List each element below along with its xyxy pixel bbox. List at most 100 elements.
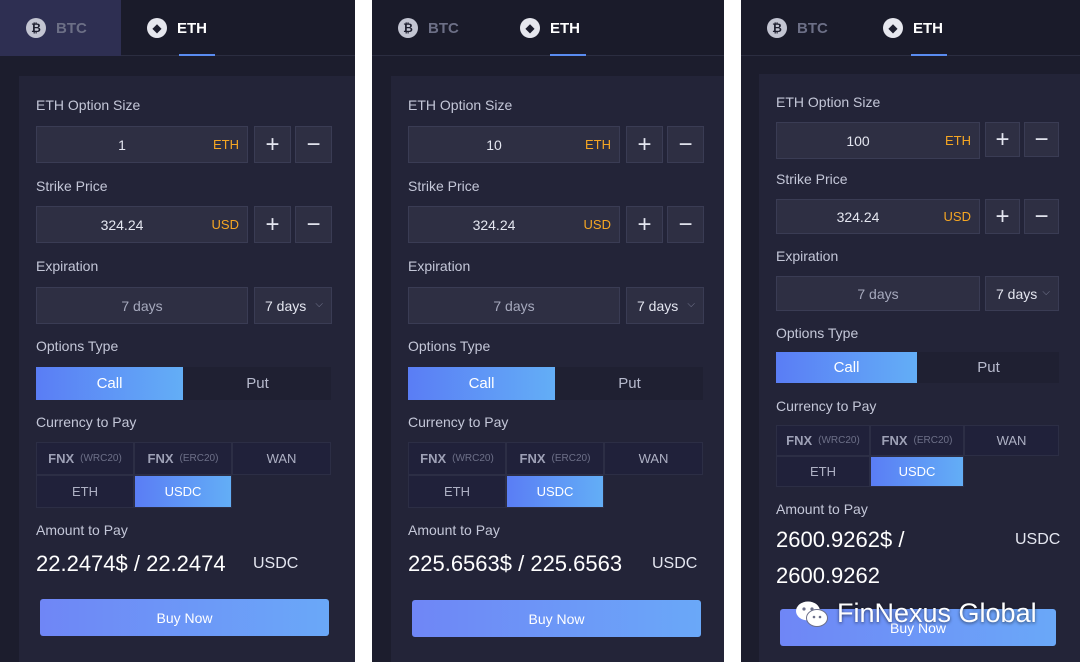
option-size-unit: ETH [945, 133, 971, 148]
currency-fnx-erc20[interactable]: FNX (ERC20) [506, 442, 604, 475]
tab-eth[interactable]: ◆ ETH [492, 0, 607, 56]
expiration-select-value: 7 days [265, 297, 307, 314]
currency-eth[interactable]: ETH [408, 475, 506, 508]
currency-selector: FNX (WRC20) FNX (ERC20) WAN ETH USDC [408, 442, 703, 508]
expiration-select[interactable]: 7 days ⌵ [254, 287, 332, 324]
tab-btc[interactable]: ₿ BTC [0, 0, 121, 56]
currency-usdc[interactable]: USDC [870, 456, 964, 487]
strike-price-plus-button[interactable]: + [985, 199, 1020, 234]
currency-fnx-wrc20[interactable]: FNX (WRC20) [776, 425, 870, 456]
option-size-unit: ETH [213, 137, 239, 152]
amount-value: 225.6563$ / 225.6563 [408, 551, 623, 576]
strike-price-input[interactable]: 324.24 USD [408, 206, 620, 243]
put-button[interactable]: Put [556, 367, 703, 400]
order-form: ETH Option Size 100 ETH + − Strike Price… [759, 74, 1080, 662]
currency-fnx-label: FNX [786, 433, 813, 448]
strike-price-minus-button[interactable]: − [1024, 199, 1059, 234]
option-size-label: ETH Option Size [408, 97, 513, 113]
option-size-value: 100 [846, 132, 870, 149]
currency-to-pay-label: Currency to Pay [776, 398, 877, 414]
option-size-plus-button[interactable]: + [985, 122, 1020, 157]
options-type-toggle: Call Put [776, 352, 1059, 383]
tab-eth-label: ETH [913, 19, 943, 37]
currency-wan[interactable]: WAN [964, 425, 1059, 456]
option-size-minus-button[interactable]: − [295, 126, 332, 163]
option-size-minus-button[interactable]: − [667, 126, 704, 163]
option-size-label: ETH Option Size [776, 94, 881, 110]
expiration-select[interactable]: 7 days ⌵ [626, 287, 704, 324]
strike-price-plus-button[interactable]: + [254, 206, 291, 243]
expiration-select-value: 7 days [996, 285, 1038, 302]
strike-price-label: Strike Price [36, 178, 108, 194]
currency-usdc[interactable]: USDC [506, 475, 604, 508]
strike-price-unit: USD [583, 217, 611, 232]
call-button[interactable]: Call [408, 367, 555, 400]
bitcoin-icon: ₿ [26, 18, 46, 38]
strike-price-input[interactable]: 324.24 USD [776, 199, 980, 234]
currency-fnx-wrc20[interactable]: FNX (WRC20) [408, 442, 506, 475]
options-type-label: Options Type [36, 338, 119, 354]
currency-fnx-label: FNX [147, 451, 174, 466]
option-size-input[interactable]: 10 ETH [408, 126, 620, 163]
currency-eth[interactable]: ETH [776, 456, 870, 487]
strike-price-minus-button[interactable]: − [295, 206, 332, 243]
expiration-input[interactable]: 7 days [776, 276, 980, 311]
expiration-select[interactable]: 7 days ⌵ [985, 276, 1059, 311]
currency-wan[interactable]: WAN [604, 442, 703, 475]
option-size-plus-button[interactable]: + [254, 126, 291, 163]
amount-unit: USDC [1015, 531, 1061, 548]
put-button[interactable]: Put [184, 367, 331, 400]
amount-value-continued: 2600.9262 [776, 563, 880, 588]
expiration-input[interactable]: 7 days [36, 287, 248, 324]
tab-eth-label: ETH [177, 19, 207, 37]
currency-fnx-label: FNX [881, 433, 908, 448]
options-type-toggle: Call Put [36, 367, 331, 400]
strike-price-minus-button[interactable]: − [667, 206, 704, 243]
tab-eth[interactable]: ◆ ETH [857, 0, 972, 56]
chevron-down-icon: ⌵ [1042, 287, 1050, 298]
currency-fnx-erc20[interactable]: FNX (ERC20) [134, 442, 232, 475]
currency-fnx-erc20[interactable]: FNX (ERC20) [870, 425, 964, 456]
option-size-plus-button[interactable]: + [626, 126, 663, 163]
ethereum-icon: ◆ [883, 18, 903, 38]
bitcoin-icon: ₿ [398, 18, 418, 38]
ethereum-icon: ◆ [147, 18, 167, 38]
bitcoin-icon: ₿ [767, 18, 787, 38]
strike-price-value: 324.24 [836, 208, 880, 225]
strike-price-value: 324.24 [100, 216, 144, 233]
tab-eth-label: ETH [550, 19, 580, 37]
amount-to-pay-label: Amount to Pay [36, 522, 128, 538]
option-size-input[interactable]: 1 ETH [36, 126, 248, 163]
call-button[interactable]: Call [776, 352, 917, 383]
currency-to-pay-label: Currency to Pay [36, 414, 137, 430]
tab-btc[interactable]: ₿ BTC [372, 0, 492, 56]
currency-erc20-tag: (ERC20) [179, 453, 219, 464]
currency-selector: FNX (WRC20) FNX (ERC20) WAN ETH USDC [776, 425, 1059, 491]
currency-fnx-wrc20[interactable]: FNX (WRC20) [36, 442, 134, 475]
strike-price-unit: USD [943, 209, 971, 224]
currency-fnx-label: FNX [48, 451, 75, 466]
option-size-minus-button[interactable]: − [1024, 122, 1059, 157]
option-size-input[interactable]: 100 ETH [776, 122, 980, 159]
currency-wan[interactable]: WAN [232, 442, 331, 475]
amount-to-pay-label: Amount to Pay [408, 522, 500, 538]
tab-eth[interactable]: ◆ ETH [121, 0, 236, 56]
chevron-down-icon: ⌵ [687, 299, 695, 310]
put-button[interactable]: Put [918, 352, 1059, 383]
currency-usdc[interactable]: USDC [134, 475, 232, 508]
call-button[interactable]: Call [36, 367, 183, 400]
expiration-input[interactable]: 7 days [408, 287, 620, 324]
expiration-select-value: 7 days [637, 297, 679, 314]
tab-btc-label: BTC [428, 19, 459, 37]
tab-btc[interactable]: ₿ BTC [741, 0, 857, 56]
option-size-value: 1 [118, 136, 126, 153]
strike-price-plus-button[interactable]: + [626, 206, 663, 243]
strike-price-input[interactable]: 324.24 USD [36, 206, 248, 243]
buy-now-button[interactable]: Buy Now [412, 600, 701, 637]
option-panel-2: ₿ BTC ◆ ETH ETH Option Size 10 ETH + − S… [372, 0, 724, 662]
currency-wrc20-tag: (WRC20) [818, 435, 860, 446]
currency-eth[interactable]: ETH [36, 475, 134, 508]
buy-now-button[interactable]: Buy Now [40, 599, 329, 636]
expiration-label: Expiration [36, 258, 99, 274]
options-type-toggle: Call Put [408, 367, 703, 400]
